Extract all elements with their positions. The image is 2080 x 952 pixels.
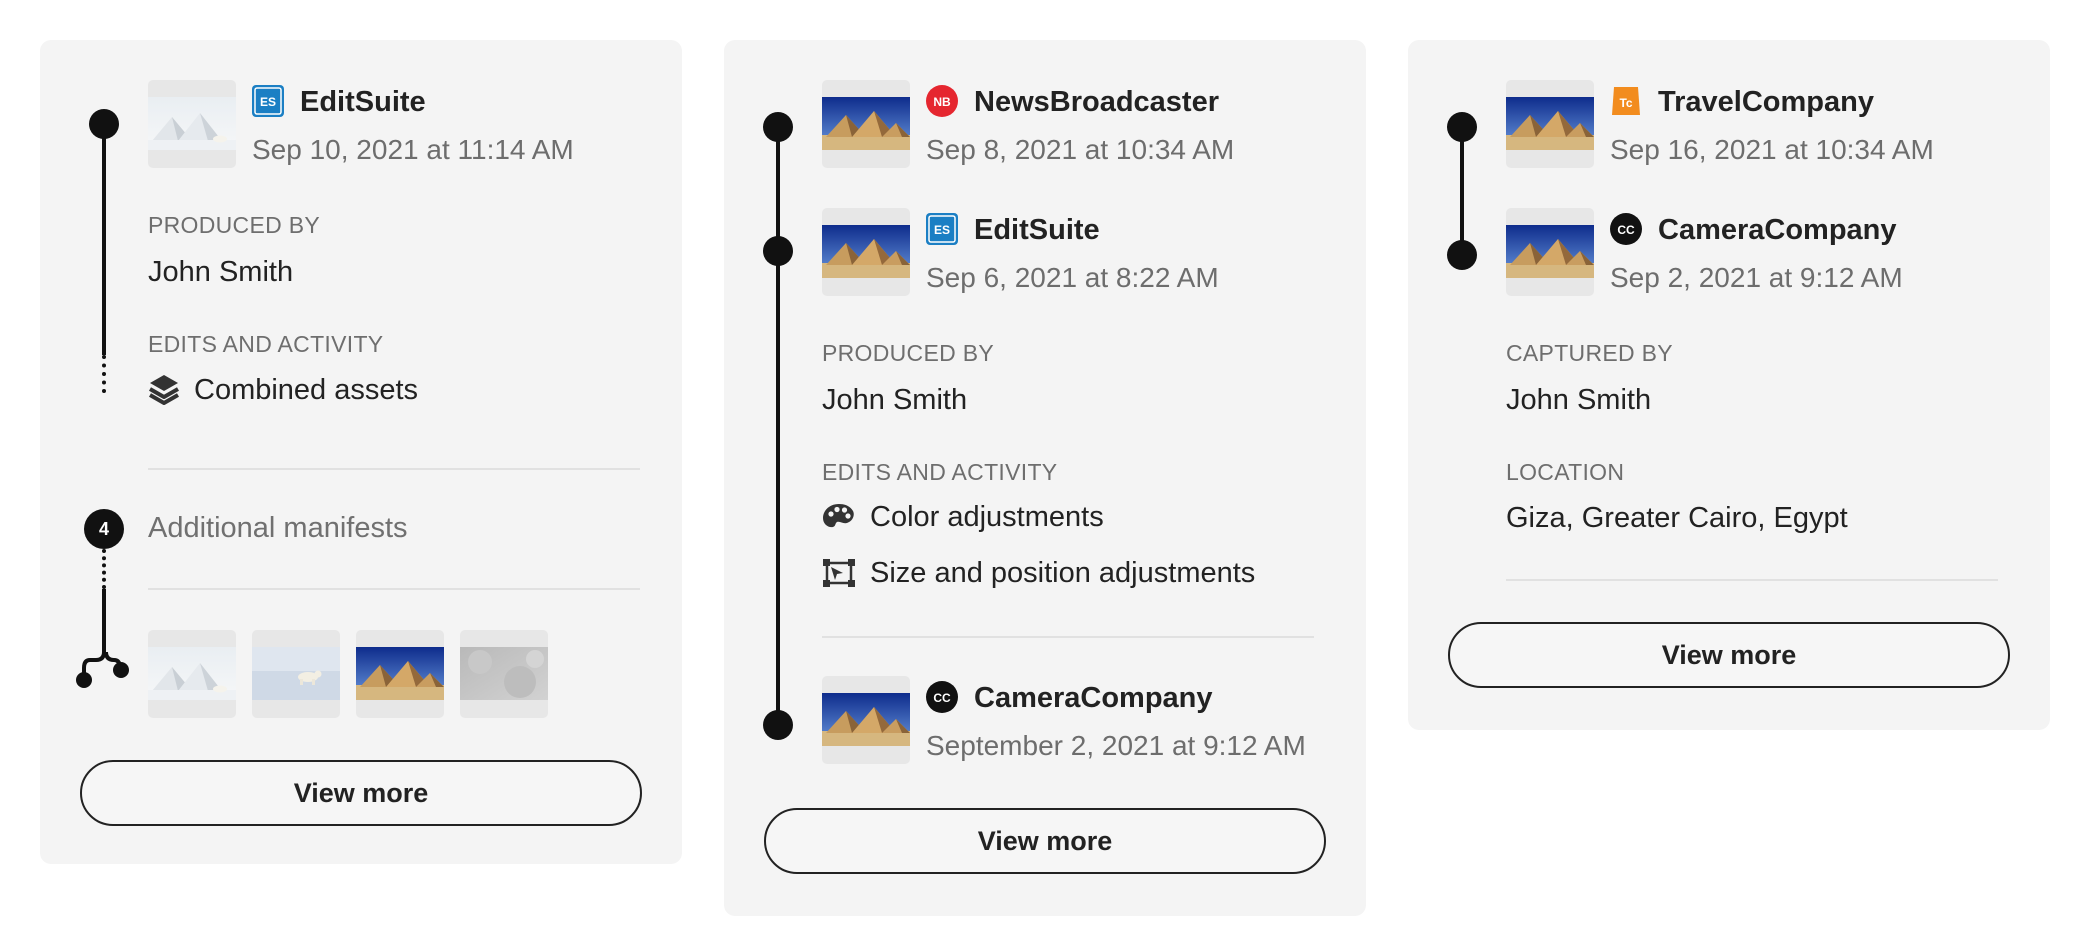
activity-item: Size and position adjustments (822, 557, 1255, 589)
svg-text:NB: NB (933, 95, 951, 109)
manifest-company: EditSuite (974, 214, 1100, 246)
provenance-card-3: Tc TravelCompany Sep 16, 2021 at 10:34 A… (1408, 40, 2050, 730)
activity-label: Color adjustments (870, 501, 1104, 533)
view-more-button[interactable]: View more (80, 760, 642, 826)
view-more-button[interactable]: View more (764, 808, 1326, 874)
activity-label: Combined assets (194, 374, 419, 406)
palette-icon (823, 504, 854, 528)
timeline-line (102, 123, 106, 355)
ingredient-thumbnail[interactable] (148, 630, 236, 718)
edits-label: EDITS AND ACTIVITY (822, 459, 1058, 485)
manifest-thumbnail[interactable] (1506, 208, 1594, 296)
timeline-node (763, 236, 793, 266)
manifest-date: Sep 2, 2021 at 9:12 AM (1610, 262, 1903, 293)
produced-by-value: John Smith (822, 384, 968, 416)
manifest-thumbnail[interactable] (822, 676, 910, 764)
timeline-dotted-line (102, 355, 106, 393)
timeline-node (1447, 240, 1477, 270)
divider (148, 468, 640, 470)
ingredient-thumbnail[interactable] (460, 630, 548, 718)
divider (1506, 579, 1998, 581)
activity-label: Size and position adjustments (870, 557, 1256, 589)
manifest-date: Sep 16, 2021 at 10:34 AM (1610, 134, 1934, 165)
cameracompany-badge-icon: CC (1610, 213, 1642, 245)
editsuite-badge-icon: ES (252, 85, 284, 117)
travelcompany-badge-icon: Tc (1610, 85, 1642, 117)
produced-by-label: PRODUCED BY (822, 340, 994, 366)
divider (822, 636, 1314, 638)
cameracompany-badge-icon: CC (926, 681, 958, 713)
captured-by-value: John Smith (1506, 384, 1652, 416)
activity-item: Combined assets (148, 373, 418, 407)
layers-icon (149, 375, 179, 405)
transform-icon (823, 559, 855, 587)
location-value: Giza, Greater Cairo, Egypt (1506, 502, 1848, 534)
timeline-node (1447, 112, 1477, 142)
timeline-node (89, 109, 119, 139)
additional-manifests-count: 4 (84, 509, 124, 549)
produced-by-label: PRODUCED BY (148, 212, 320, 238)
timeline-dotted-line (102, 549, 106, 589)
location-label: LOCATION (1506, 459, 1625, 485)
ingredient-thumbnail[interactable] (356, 630, 444, 718)
manifest-thumbnail[interactable] (822, 80, 910, 168)
ingredient-thumbnail[interactable] (252, 630, 340, 718)
svg-text:ES: ES (934, 223, 950, 237)
newsbroadcaster-badge-icon: NB (926, 85, 958, 117)
manifest-company: CameraCompany (974, 682, 1213, 714)
timeline-line (776, 126, 780, 726)
timeline-node (763, 710, 793, 740)
timeline-node (763, 112, 793, 142)
provenance-card-2: NB NewsBroadcaster Sep 8, 2021 at 10:34 … (724, 40, 1366, 916)
manifest-date: Sep 8, 2021 at 10:34 AM (926, 134, 1235, 165)
activity-item: Color adjustments (822, 501, 1104, 533)
manifest-company: TravelCompany (1658, 86, 1874, 118)
editsuite-badge-icon: ES (926, 213, 958, 245)
manifest-date: Sep 10, 2021 at 11:14 AM (252, 134, 574, 165)
manifest-thumbnail[interactable] (822, 208, 910, 296)
manifest-date: Sep 6, 2021 at 8:22 AM (926, 262, 1219, 293)
timeline-line (1460, 126, 1464, 254)
svg-text:ES: ES (260, 95, 276, 109)
provenance-card-1: 4 ES EditSuite Sep 10, 2021 at 11:14 AM … (40, 40, 682, 864)
manifest-thumbnail[interactable] (1506, 80, 1594, 168)
svg-text:CC: CC (933, 691, 951, 705)
manifest-company: NewsBroadcaster (974, 86, 1219, 118)
branch-icon (76, 640, 129, 688)
manifest-date: September 2, 2021 at 9:12 AM (926, 730, 1306, 761)
produced-by-value: John Smith (148, 256, 294, 288)
manifest-thumbnail[interactable] (148, 80, 236, 168)
captured-by-label: CAPTURED BY (1506, 340, 1673, 366)
view-more-button[interactable]: View more (1448, 622, 2010, 688)
divider (148, 588, 640, 590)
svg-text:Tc: Tc (1619, 96, 1632, 110)
additional-manifests-label[interactable]: Additional manifests (148, 512, 408, 544)
svg-text:CC: CC (1617, 223, 1635, 237)
edits-label: EDITS AND ACTIVITY (148, 331, 384, 357)
manifest-company: EditSuite (300, 86, 426, 118)
manifest-company: CameraCompany (1658, 214, 1897, 246)
